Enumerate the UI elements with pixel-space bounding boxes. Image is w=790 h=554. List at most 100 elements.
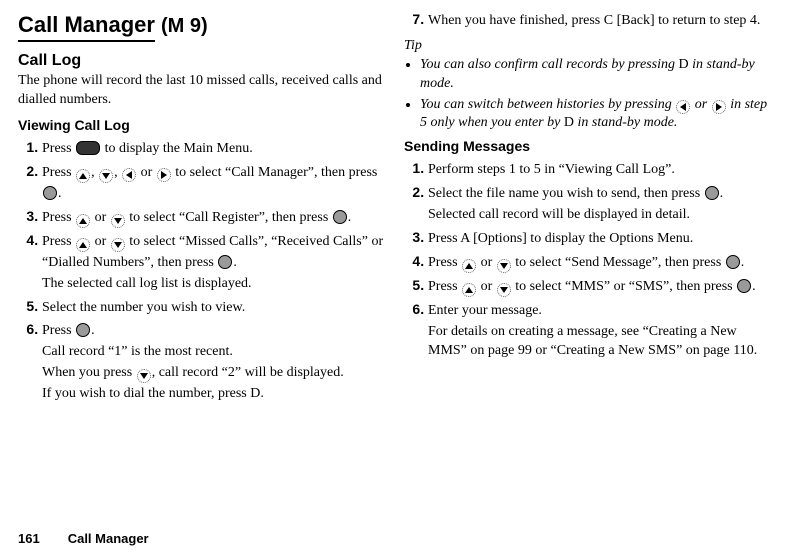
- step-text: to display the Main Menu.: [101, 141, 253, 156]
- step-text: Press: [42, 323, 75, 338]
- right-icon: [157, 168, 171, 182]
- step-text: Select the file name you wish to send, t…: [428, 186, 704, 201]
- step-3: Press or to select “Call Register”, then…: [42, 207, 386, 228]
- tip-text: You can also confirm call records by pre…: [420, 57, 678, 72]
- step-text: to select “Call Manager”, then press: [172, 165, 378, 180]
- step-text: to select “Send Message”, then press: [512, 255, 725, 270]
- tip-1: You can also confirm call records by pre…: [420, 56, 772, 94]
- call-log-intro: The phone will record the last 10 missed…: [18, 72, 386, 110]
- tip-2: You can switch between histories by pres…: [420, 96, 772, 134]
- tip-text: or: [691, 97, 710, 112]
- d-key-icon: D: [250, 386, 260, 401]
- step-text: .: [260, 386, 264, 401]
- step-text: .: [233, 255, 237, 270]
- a-key-icon: A: [460, 231, 469, 246]
- step-text: If you wish to dial the number, press: [42, 386, 250, 401]
- footer: 161 Call Manager: [0, 530, 149, 548]
- down-icon: [497, 283, 511, 297]
- step-extra: The selected call log list is displayed.: [42, 275, 386, 294]
- step-text: Enter your message.: [428, 303, 542, 318]
- center-button-icon: [726, 255, 740, 269]
- sm-step-5: Press or to select “MMS” or “SMS”, then …: [428, 276, 772, 297]
- left-icon: [122, 168, 136, 182]
- step-text: or: [137, 165, 156, 180]
- sm-step-1: Perform steps 1 to 5 in “Viewing Call Lo…: [428, 159, 772, 180]
- down-icon: [497, 259, 511, 273]
- tip-list: You can also confirm call records by pre…: [420, 56, 772, 134]
- step-text: Press: [428, 255, 461, 270]
- step-text: .: [348, 210, 352, 225]
- down-icon: [111, 214, 125, 228]
- step-text: , call record “2” will be displayed.: [152, 365, 344, 380]
- up-icon: [76, 214, 90, 228]
- step-text: When you have finished, press: [428, 13, 604, 28]
- section-call-log: Call Log: [18, 50, 386, 72]
- step-text: to select “MMS” or “SMS”, then press: [512, 279, 736, 294]
- center-button-icon: [218, 255, 232, 269]
- sm-step-6: Enter your message. For details on creat…: [428, 300, 772, 361]
- center-button-icon: [737, 279, 751, 293]
- subheading-sending-messages: Sending Messages: [404, 137, 772, 156]
- sending-messages-steps: Perform steps 1 to 5 in “Viewing Call Lo…: [404, 159, 772, 360]
- step-text: ,: [114, 165, 121, 180]
- title-main: Call Manager: [18, 10, 155, 42]
- up-icon: [76, 169, 90, 183]
- step-7: When you have finished, press C [Back] t…: [428, 10, 772, 31]
- viewing-call-log-steps: Press to display the Main Menu. Press , …: [18, 138, 386, 404]
- step-text: Select the number you wish to view.: [42, 300, 245, 315]
- step-extra: If you wish to dial the number, press D.: [42, 385, 386, 404]
- step-text: .: [91, 323, 95, 338]
- center-button-icon: [705, 186, 719, 200]
- step-5: Select the number you wish to view.: [42, 297, 386, 318]
- down-icon: [137, 369, 151, 383]
- left-icon: [676, 100, 690, 114]
- step-text: Press: [42, 234, 75, 249]
- down-icon: [111, 238, 125, 252]
- step-text: Press: [428, 279, 461, 294]
- sm-step-3: Press A [Options] to display the Options…: [428, 228, 772, 249]
- tip-text: in stand-by mode.: [574, 115, 677, 130]
- main-button-icon: [76, 141, 100, 155]
- step-text: to select “Call Register”, then press: [126, 210, 332, 225]
- step-1: Press to display the Main Menu.: [42, 138, 386, 159]
- step-extra: For details on creating a message, see “…: [428, 323, 772, 361]
- up-icon: [462, 283, 476, 297]
- page-title: Call Manager (M 9): [18, 10, 386, 42]
- center-button-icon: [333, 210, 347, 224]
- tip-text: You can switch between histories by pres…: [420, 97, 675, 112]
- center-button-icon: [76, 323, 90, 337]
- step-text: or: [477, 279, 496, 294]
- step-2: Press , , or to select “Call Manager”, t…: [42, 162, 386, 204]
- step-6: Press . Call record “1” is the most rece…: [42, 320, 386, 404]
- right-icon: [712, 100, 726, 114]
- step-text: [Options] to display the Options Menu.: [470, 231, 694, 246]
- step-4: Press or to select “Missed Calls”, “Rece…: [42, 231, 386, 294]
- step-extra: Call record “1” is the most recent.: [42, 343, 386, 362]
- step-text: .: [58, 186, 62, 201]
- step-text: When you press: [42, 365, 136, 380]
- center-button-icon: [43, 186, 57, 200]
- page-number: 161: [18, 530, 40, 548]
- up-icon: [76, 238, 90, 252]
- step-text: or: [91, 234, 110, 249]
- step-text: Press: [42, 141, 75, 156]
- step-text: [Back] to return to step 4.: [613, 13, 760, 28]
- step-text: ,: [91, 165, 98, 180]
- d-key-icon: D: [678, 57, 688, 72]
- step-text: Perform steps 1 to 5 in “Viewing Call Lo…: [428, 162, 675, 177]
- viewing-call-log-steps-continued: When you have finished, press C [Back] t…: [404, 10, 772, 31]
- c-key-icon: C: [604, 13, 613, 28]
- step-text: or: [477, 255, 496, 270]
- sm-step-2: Select the file name you wish to send, t…: [428, 183, 772, 225]
- subheading-viewing-call-log: Viewing Call Log: [18, 116, 386, 135]
- tip-label: Tip: [404, 37, 772, 56]
- down-icon: [99, 169, 113, 183]
- sm-step-4: Press or to select “Send Message”, then …: [428, 252, 772, 273]
- footer-section: Call Manager: [68, 530, 149, 548]
- step-text: Press: [42, 210, 75, 225]
- step-text: Press: [428, 231, 460, 246]
- step-extra: When you press , call record “2” will be…: [42, 364, 386, 383]
- step-text: Press: [42, 165, 75, 180]
- step-text: .: [741, 255, 745, 270]
- step-text: or: [91, 210, 110, 225]
